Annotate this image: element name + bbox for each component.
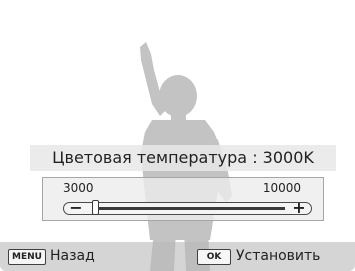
color-temperature-title: Цветовая температура : 3000K <box>30 145 336 171</box>
back-label[interactable]: Назад <box>50 247 95 265</box>
slider-max-label: 10000 <box>262 181 301 195</box>
color-temperature-slider-panel: 3000 10000 − + <box>42 177 324 221</box>
decrease-button[interactable]: − <box>67 198 85 218</box>
camera-preview-image <box>140 42 232 271</box>
bottom-control-bar: MENU Назад OK Установить <box>0 242 355 271</box>
slider-track <box>94 207 285 210</box>
set-label[interactable]: Установить <box>236 247 320 265</box>
camera-settings-screen: Цветовая температура : 3000K 3000 10000 … <box>0 0 355 271</box>
color-temperature-slider[interactable]: − + <box>63 198 312 217</box>
slider-thumb[interactable] <box>92 200 99 215</box>
menu-key-icon[interactable]: MENU <box>8 249 46 265</box>
slider-min-label: 3000 <box>63 181 94 195</box>
ok-key-icon[interactable]: OK <box>197 249 231 265</box>
increase-button[interactable]: + <box>290 198 308 218</box>
